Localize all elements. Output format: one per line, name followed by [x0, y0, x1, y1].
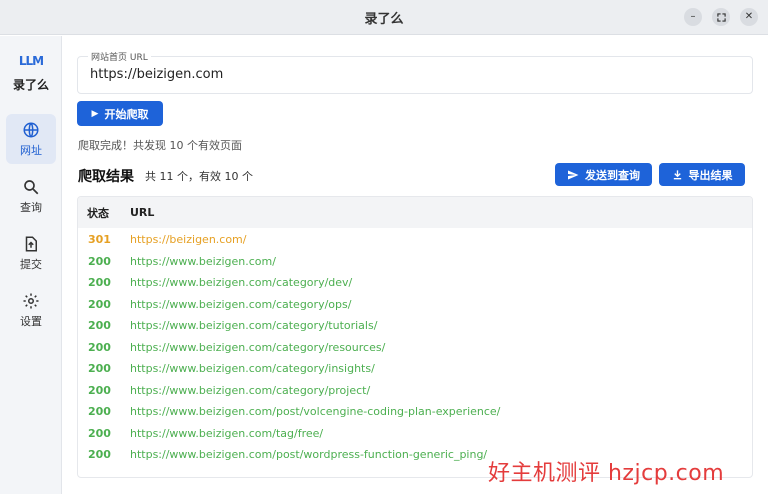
status-code: 200	[88, 254, 111, 268]
status-code: 200	[88, 319, 111, 333]
status-code: 200	[88, 297, 111, 311]
title-bar: 录了么 – ✕	[0, 0, 768, 35]
url-link[interactable]: https://www.beizigen.com/category/ops/	[130, 298, 351, 311]
minimize-icon: –	[690, 11, 696, 22]
export-results-button[interactable]: 导出结果	[659, 163, 745, 186]
table-row[interactable]: 200 https://www.beizigen.com/post/volceng…	[78, 401, 752, 423]
sidebar-item-label: 提交	[20, 257, 42, 271]
sidebar-item-query[interactable]: 查询	[6, 171, 56, 221]
maximize-button[interactable]	[712, 8, 730, 26]
url-link[interactable]: https://beizigen.com/	[130, 233, 246, 246]
logo-mark: LLM	[18, 54, 44, 68]
maximize-icon	[716, 12, 726, 22]
sidebar-item-label: 查询	[20, 200, 42, 214]
status-code: 200	[88, 362, 111, 376]
column-header-url: URL	[130, 206, 155, 219]
export-results-label: 导出结果	[688, 168, 733, 182]
sidebar: LLM 录了么 网址 查询 提交 设置	[0, 36, 62, 494]
app-logo: LLM 录了么	[0, 54, 62, 93]
close-icon: ✕	[744, 11, 754, 22]
send-to-query-label: 发送到查询	[585, 168, 640, 182]
play-icon: ▶	[91, 108, 99, 119]
url-link[interactable]: https://www.beizigen.com/category/dev/	[130, 276, 352, 289]
status-code: 200	[88, 276, 111, 290]
window-title: 录了么	[364, 11, 404, 27]
url-link[interactable]: https://www.beizigen.com/category/resour…	[130, 341, 385, 354]
table-body: 301 https://beizigen.com/200 https://www.b…	[78, 228, 752, 466]
main-panel: 网站首页 URL ▶ 开始爬取 爬取完成！共发现 10 个有效页面 爬取结果 共…	[63, 36, 768, 494]
table-row[interactable]: 200 https://www.beizigen.com/category/res…	[78, 337, 752, 359]
watermark: 好主机测评 hzjcp.com	[488, 461, 725, 486]
results-title: 爬取结果	[78, 169, 134, 185]
sidebar-item-submit[interactable]: 提交	[6, 228, 56, 278]
gear-icon	[23, 293, 39, 308]
send-to-query-button[interactable]: 发送到查询	[555, 163, 652, 186]
table-row[interactable]: 200 https://www.beizigen.com/tag/free/	[78, 423, 752, 445]
url-field[interactable]: 网站首页 URL	[77, 50, 753, 94]
url-link[interactable]: https://www.beizigen.com/post/volcengine…	[130, 405, 500, 418]
url-link[interactable]: https://www.beizigen.com/category/insigh…	[130, 362, 375, 375]
table-header: 状态 URL	[78, 197, 752, 228]
sidebar-item-settings[interactable]: 设置	[6, 285, 56, 335]
column-header-status: 状态	[87, 206, 109, 220]
table-row[interactable]: 301 https://beizigen.com/	[78, 229, 752, 251]
sidebar-item-url[interactable]: 网址	[6, 114, 56, 164]
url-link[interactable]: https://www.beizigen.com/category/projec…	[130, 384, 370, 397]
sidebar-item-label: 网址	[20, 143, 42, 157]
sidebar-item-label: 设置	[20, 314, 42, 328]
search-icon	[24, 179, 39, 194]
status-code: 200	[88, 426, 111, 440]
start-crawl-label: 开始爬取	[104, 107, 149, 121]
table-row[interactable]: 200 https://www.beizigen.com/	[78, 251, 752, 273]
table-row[interactable]: 200 https://www.beizigen.com/category/tut…	[78, 315, 752, 337]
start-crawl-button[interactable]: ▶ 开始爬取	[77, 101, 163, 126]
url-field-label: 网站首页 URL	[88, 50, 151, 63]
table-row[interactable]: 200 https://www.beizigen.com/category/dev…	[78, 272, 752, 294]
status-message: 爬取完成！共发现 10 个有效页面	[78, 139, 242, 152]
minimize-button[interactable]: –	[684, 8, 702, 26]
url-input[interactable]	[90, 67, 690, 82]
url-link[interactable]: https://www.beizigen.com/post/wordpress-…	[130, 448, 487, 461]
url-link[interactable]: https://www.beizigen.com/tag/free/	[130, 427, 323, 440]
send-icon	[568, 170, 579, 179]
status-code: 200	[88, 340, 111, 354]
table-row[interactable]: 200 https://www.beizigen.com/category/ins…	[78, 358, 752, 380]
download-icon	[673, 170, 681, 180]
status-code: 200	[88, 383, 111, 397]
status-code: 200	[88, 405, 111, 419]
status-code: 301	[88, 233, 111, 247]
results-table: 状态 URL 301 https://beizigen.com/200 https:…	[77, 196, 753, 478]
close-button[interactable]: ✕	[740, 8, 758, 26]
globe-icon	[23, 122, 39, 137]
window-controls: – ✕	[684, 8, 758, 26]
app-name: 录了么	[12, 78, 49, 92]
upload-icon	[25, 236, 37, 251]
status-code: 200	[88, 448, 111, 462]
url-link[interactable]: https://www.beizigen.com/	[130, 255, 276, 268]
url-link[interactable]: https://www.beizigen.com/category/tutori…	[130, 319, 377, 332]
results-summary: 共 11 个，有效 10 个	[145, 170, 253, 183]
table-row[interactable]: 200 https://www.beizigen.com/category/ops…	[78, 294, 752, 316]
table-row[interactable]: 200 https://www.beizigen.com/category/pro…	[78, 380, 752, 402]
